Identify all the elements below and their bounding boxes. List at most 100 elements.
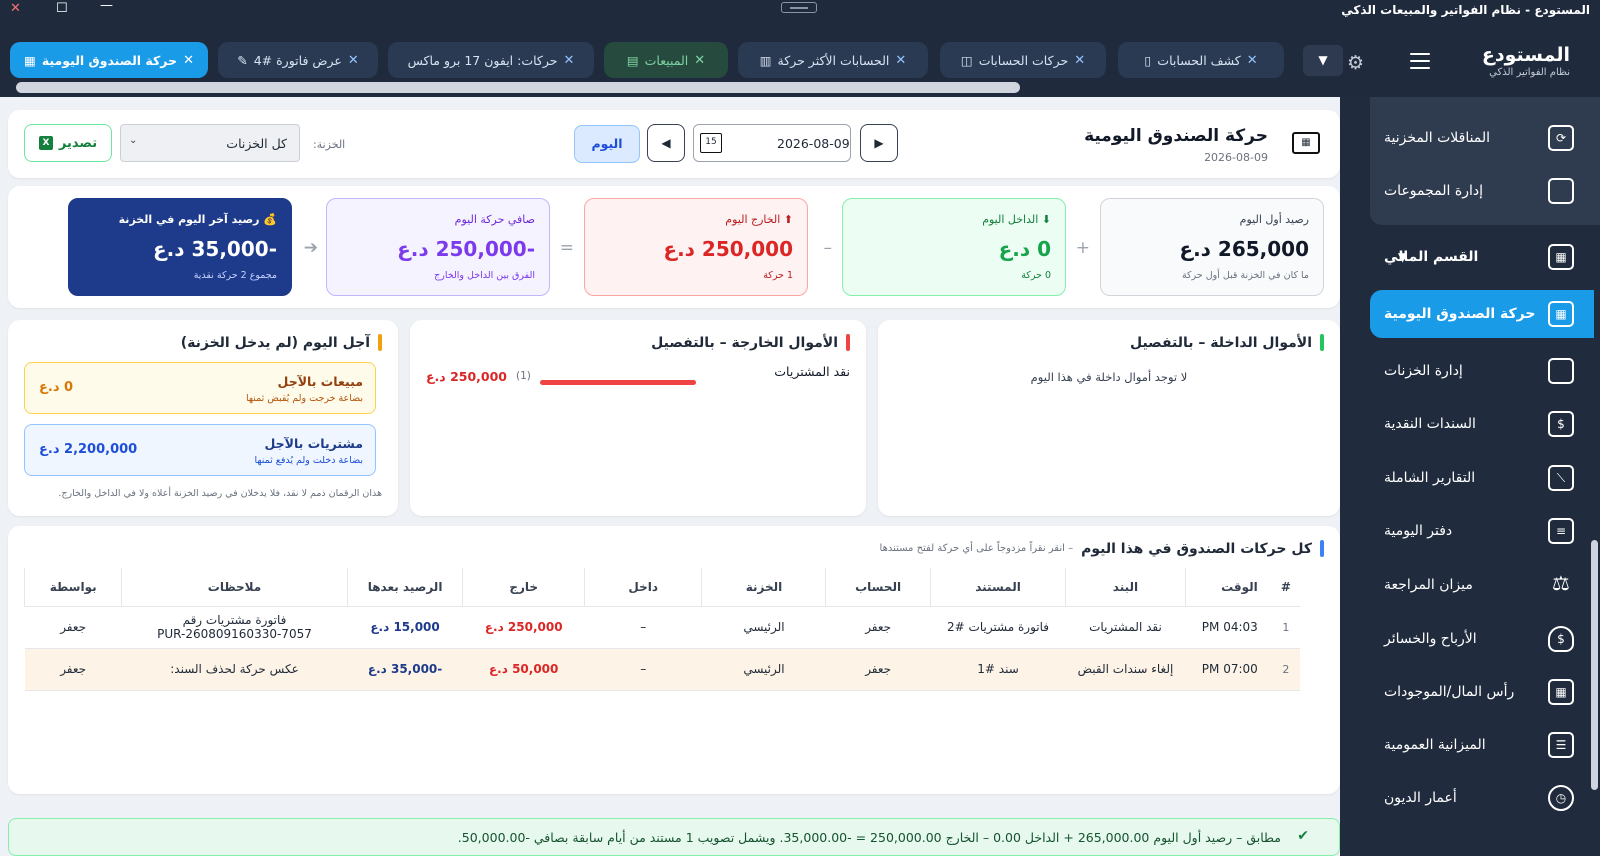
cash-register-icon: ▦ — [1548, 301, 1574, 327]
cell-item: إلغاء سندات القبض — [1065, 648, 1186, 691]
tab-label: حركة الصندوق اليومية — [41, 52, 178, 68]
page-header: ▦ حركة الصندوق اليومية 2026-08-09 ▶ 2026… — [8, 110, 1340, 178]
stat-subtitle: 1 حركة — [763, 270, 793, 281]
close-icon[interactable]: ✕ — [564, 53, 575, 68]
treasury-select[interactable]: كل الخزنات ⌄ — [120, 124, 300, 162]
stat-value: -250,000 د.ع — [397, 237, 535, 261]
sidebar-item-reports[interactable]: التقارير الشاملة ⟋ — [1370, 454, 1594, 502]
sidebar-item-label: إدارة المجموعات — [1384, 183, 1483, 199]
cell-account: جعفر — [825, 606, 931, 649]
column-header[interactable]: ملاحظات — [121, 568, 348, 607]
cell-by: جعفر — [24, 648, 122, 691]
plus-operator: + — [1075, 238, 1090, 258]
close-window-icon[interactable]: ✕ — [10, 1, 21, 16]
column-header[interactable]: # — [1271, 568, 1300, 607]
reconciliation-text: مطابق – رصيد أول اليوم 265,000.00 + الدا… — [457, 830, 1281, 845]
stat-title: رصيد أول اليوم — [1239, 213, 1309, 226]
close-icon[interactable]: ✕ — [1074, 53, 1085, 68]
column-header[interactable]: داخل — [583, 568, 702, 607]
finance-icon: ▦ — [1548, 244, 1574, 270]
close-icon[interactable]: ✕ — [348, 53, 359, 68]
tab-account-statement[interactable]: ✕ كشف الحسابات ▯ — [1118, 42, 1284, 78]
date-input[interactable]: 2026-08-09 15 — [693, 124, 851, 162]
column-header[interactable]: خارج — [462, 568, 585, 607]
cell-document[interactable]: سند #1 — [930, 648, 1066, 691]
column-header[interactable]: الرصيد بعدها — [346, 568, 463, 607]
tab-sales[interactable]: ✕ المبيعات ▤ — [604, 42, 728, 78]
column-header[interactable]: البند — [1065, 568, 1186, 607]
page-date: 2026-08-09 — [1204, 151, 1268, 164]
hamburger-menu-icon[interactable] — [1410, 53, 1430, 69]
tab-invoice-4[interactable]: ✕ عرض فاتورة #4 ✎ — [218, 42, 378, 78]
cell-out: 50,000 د.ع — [462, 648, 585, 691]
export-button[interactable]: تصدير X — [24, 124, 112, 162]
close-icon[interactable]: ✕ — [895, 53, 906, 68]
chevron-down-icon: ⌄ — [129, 135, 138, 146]
column-header[interactable]: الخزنة — [701, 568, 826, 607]
sidebar-section-finance[interactable]: ▼ القسم المالي ▦ — [1370, 233, 1594, 281]
stat-opening-balance: رصيد أول اليوم 265,000 د.ع ما كان في الخ… — [1100, 198, 1324, 296]
sidebar-item-debt-aging[interactable]: أعمار الديون ◷ — [1370, 774, 1594, 822]
drag-handle-icon[interactable] — [781, 2, 817, 13]
gear-icon[interactable]: ⚙ — [1347, 52, 1364, 74]
today-button[interactable]: اليوم — [574, 125, 640, 163]
column-header[interactable]: المستند — [929, 568, 1066, 607]
credit-title-text: آجل اليوم (لم يدخل الخزنة) — [180, 334, 370, 351]
sidebar-scrollbar[interactable] — [1591, 540, 1598, 790]
accounts-icon: ◫ — [960, 52, 973, 68]
sidebar-item-label: الميزانية العمومية — [1384, 737, 1486, 753]
cell-notes: عكس حركة لحذف السند: — [121, 648, 348, 691]
column-header[interactable]: الوقت — [1184, 568, 1272, 607]
close-icon[interactable]: ✕ — [183, 53, 194, 68]
sidebar-item-cash-vouchers[interactable]: السندات النقدية $ — [1370, 400, 1594, 448]
tab-daily-cash[interactable]: ✕ حركة الصندوق اليومية ▦ — [10, 42, 208, 78]
scale-icon: ⚖ — [1552, 571, 1570, 595]
movements-table: # الوقت البند المستند الحساب الخزنة داخل… — [23, 568, 1300, 691]
sidebar-item-profit-loss[interactable]: الأرباح والخسائر $ — [1370, 615, 1594, 663]
close-icon[interactable]: ✕ — [1247, 53, 1258, 68]
sidebar-item-capital-assets[interactable]: رأس المال/الموجودات ▦ — [1370, 668, 1594, 716]
maximize-window-icon[interactable]: ☐ — [56, 1, 68, 16]
sidebar-item-treasuries[interactable]: إدارة الخزنات — [1370, 347, 1594, 395]
title-bar: ✕ ☐ — المستودع - نظام الفواتير والمبيعات… — [0, 0, 1600, 22]
sidebar-item-daily-cash[interactable]: حركة الصندوق اليومية ▦ — [1370, 290, 1594, 338]
close-icon[interactable]: ✕ — [694, 53, 705, 68]
tab-label: حركات الحسابات — [978, 52, 1069, 68]
table-row[interactable]: 2 07:00 PM إلغاء سندات القبض سند #1 جعفر… — [24, 648, 1300, 691]
stat-subtitle: مجموع 2 حركة نقدية — [193, 270, 277, 281]
tab-account-movements[interactable]: ✕ حركات الحسابات ◫ — [940, 42, 1106, 78]
tab-top-accounts[interactable]: ✕ الحسابات الأكثر حركة ▥ — [738, 42, 928, 78]
sidebar-item-journal[interactable]: دفتر اليومية ≡ — [1370, 507, 1594, 555]
calendar-icon[interactable]: 15 — [700, 133, 722, 153]
stat-subtitle: 0 حركة — [1021, 270, 1051, 281]
stat-value: 265,000 د.ع — [1179, 237, 1309, 261]
tab-iphone-movements[interactable]: ✕ حركات: ايفون 17 برو ماكس — [388, 42, 594, 78]
tabs-scrollbar[interactable] — [16, 82, 1020, 93]
column-header[interactable]: الحساب — [825, 568, 931, 607]
outgoing-bar-track — [540, 380, 696, 385]
main-content: ▦ حركة الصندوق اليومية 2026-08-09 ▶ 2026… — [8, 98, 1340, 856]
cell-in: – — [584, 606, 702, 649]
sidebar-item-balance-sheet[interactable]: الميزانية العمومية ☰ — [1370, 721, 1594, 769]
outgoing-row-amount: 250,000 د.ع — [426, 369, 507, 384]
sidebar-item-groups[interactable]: إدارة المجموعات — [1370, 167, 1594, 215]
cell-document[interactable]: فاتورة مشتريات #2 — [930, 606, 1066, 649]
next-day-button[interactable]: ▶ — [860, 124, 898, 162]
incoming-panel: الأموال الداخلة – بالتفصيل لا توجد أموال… — [878, 320, 1340, 516]
sidebar-item-label: الأرباح والخسائر — [1384, 631, 1477, 647]
bar-chart-icon: ▥ — [759, 52, 772, 68]
stat-title: ⬇ الداخل اليوم — [982, 213, 1051, 226]
sidebar-item-label: حركة الصندوق اليومية — [1384, 306, 1536, 322]
sidebar-item-label: ميزان المراجعة — [1384, 577, 1473, 593]
sidebar-item-stock-transfers[interactable]: المناقلات المخزنية ⟳ — [1370, 114, 1594, 162]
cell-in: – — [584, 648, 702, 691]
column-header[interactable]: بواسطة — [23, 568, 122, 607]
tabs-dropdown-button[interactable]: ▼ — [1303, 45, 1343, 76]
table-row[interactable]: 1 04:03 PM نقد المشتريات فاتورة مشتريات … — [24, 606, 1300, 649]
previous-day-button[interactable]: ◀ — [647, 124, 685, 162]
sidebar-item-trial-balance[interactable]: ميزان المراجعة ⚖ — [1370, 561, 1594, 609]
credit-purchases-box: مشتريات بالآجل بضاعة دخلت ولم يُدفع ثمنه… — [24, 424, 376, 476]
page-title: حركة الصندوق اليومية — [1084, 126, 1268, 146]
cell-by: جعفر — [24, 606, 122, 649]
minimize-window-icon[interactable]: — — [100, 0, 113, 13]
